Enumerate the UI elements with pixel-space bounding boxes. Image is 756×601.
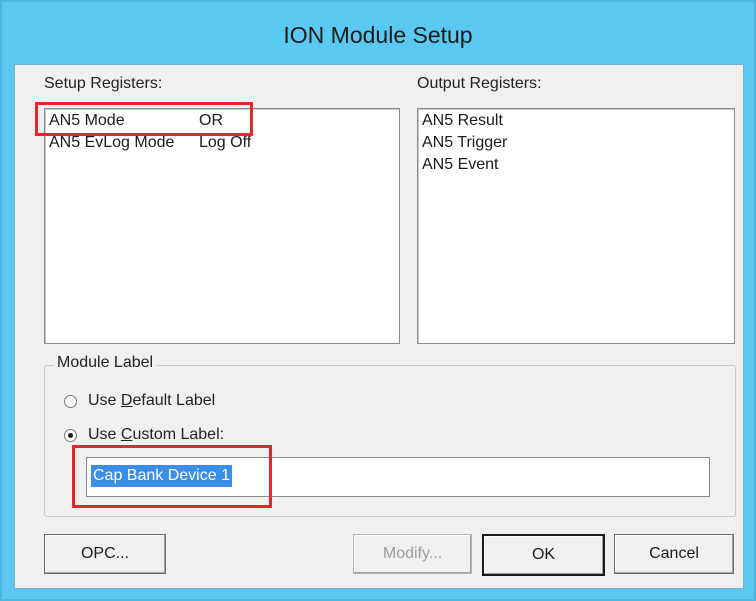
use-custom-label-radio[interactable]: [64, 429, 77, 442]
setup-registers-list[interactable]: AN5 Mode OR AN5 EvLog Mode Log Off: [44, 108, 400, 344]
module-label-group-title: Module Label: [54, 354, 157, 372]
register-value: Log Off: [199, 134, 252, 151]
opc-button[interactable]: OPC...: [44, 534, 166, 574]
register-name: AN5 EvLog Mode: [49, 134, 175, 151]
list-item[interactable]: AN5 Trigger: [422, 133, 507, 153]
dialog-client-area: Setup Registers: AN5 Mode OR AN5 EvLog M…: [14, 64, 744, 589]
highlight-annotation-box: [72, 445, 272, 508]
use-default-label-radio[interactable]: [64, 395, 77, 408]
ok-button[interactable]: OK: [482, 534, 605, 576]
list-item[interactable]: AN5 Event: [422, 155, 498, 175]
ion-module-setup-dialog: ION Module Setup Setup Registers: AN5 Mo…: [0, 0, 756, 601]
dialog-title: ION Module Setup: [283, 22, 473, 48]
setup-registers-label: Setup Registers:: [44, 75, 163, 92]
output-registers-label: Output Registers:: [417, 75, 542, 92]
highlight-annotation-box: [35, 102, 253, 136]
list-item[interactable]: AN5 EvLog Mode Log Off: [49, 133, 389, 153]
cancel-button[interactable]: Cancel: [614, 534, 734, 574]
list-item[interactable]: AN5 Result: [422, 111, 503, 131]
use-custom-label-text[interactable]: Use Custom Label:: [88, 426, 224, 444]
use-default-label-text[interactable]: Use Default Label: [88, 392, 215, 410]
radio-selected-dot: [68, 433, 73, 438]
output-registers-list[interactable]: AN5 Result AN5 Trigger AN5 Event: [417, 108, 735, 344]
modify-button[interactable]: Modify...: [353, 534, 472, 574]
